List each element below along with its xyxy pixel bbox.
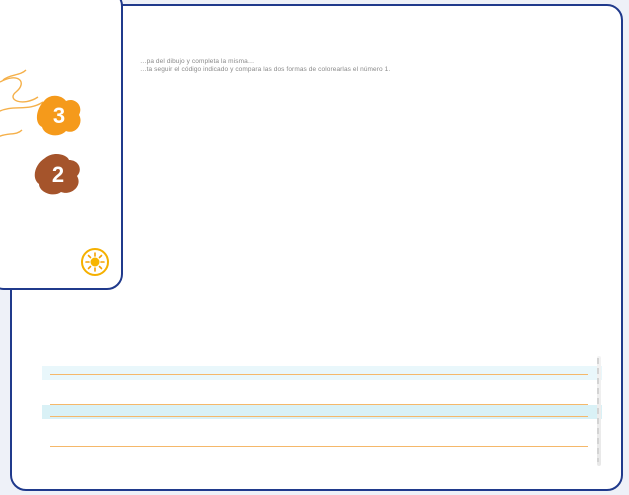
writing-line — [50, 404, 588, 405]
writing-band — [42, 366, 602, 380]
writing-line — [50, 446, 588, 447]
color-key-orange: 3 — [34, 93, 84, 138]
writing-lines — [42, 358, 602, 468]
side-vertical-text — [597, 358, 599, 462]
writing-line — [50, 416, 588, 417]
writing-line — [50, 374, 588, 375]
color-key-orange-number: 3 — [52, 102, 66, 128]
instructions-text: …pa del dibujo y completa la misma… …ta … — [140, 58, 390, 74]
color-key-card: 3 2 — [0, 0, 123, 290]
color-key-brown: 2 — [33, 152, 83, 197]
color-key-brown-number: 2 — [51, 161, 65, 187]
instructions-line-2: …ta seguir el código indicado y compara … — [140, 66, 391, 73]
worksheet-page: …pa del dibujo y completa la misma… …ta … — [0, 0, 629, 495]
instructions-line-1: …pa del dibujo y completa la misma… — [140, 58, 255, 65]
sun-icon — [81, 248, 109, 276]
